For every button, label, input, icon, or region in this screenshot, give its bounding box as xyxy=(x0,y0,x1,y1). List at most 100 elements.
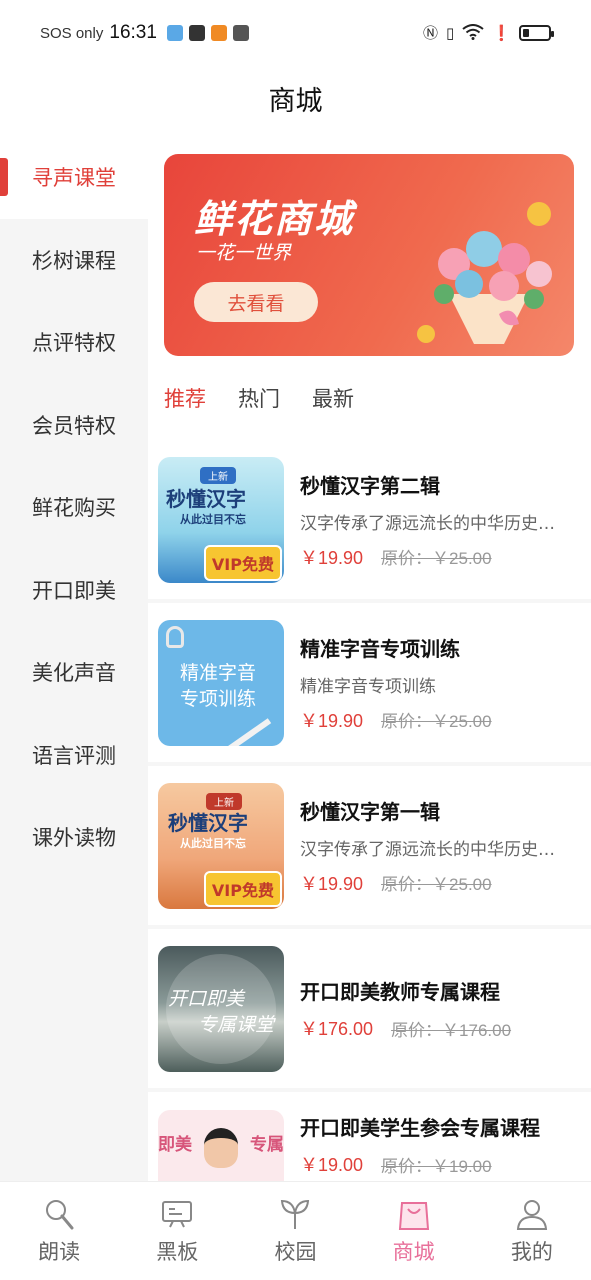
sidebar-item-member[interactable]: 会员特权 xyxy=(0,384,148,467)
product-title: 精准字音专项训练 xyxy=(300,636,460,661)
tab-recommended[interactable]: 推荐 xyxy=(164,383,206,413)
sidebar-item-label: 会员特权 xyxy=(32,413,116,438)
list-item[interactable]: 上新 秒懂汉字 从此过目不忘 VIP免费 秒懂汉字第一辑 汉字传承了源远流长的中… xyxy=(148,766,591,925)
flower-shop-banner[interactable]: 鲜花商城 一花一世界 去看看 xyxy=(164,154,574,356)
tab-hot[interactable]: 热门 xyxy=(238,383,280,413)
product-original-price: 原价：￥176.00 xyxy=(391,1020,512,1040)
sidebar-item-label: 课外读物 xyxy=(32,826,116,851)
nfc-icon: Ⓝ xyxy=(423,23,439,42)
nav-label: 黑板 xyxy=(156,1240,199,1264)
sidebar-item-shanshu[interactable]: 杉树课程 xyxy=(0,219,148,302)
product-title: 开口即美教师专属课程 xyxy=(300,980,500,1004)
app-notification-icon xyxy=(232,25,249,41)
product-original-price: 原价：￥25.00 xyxy=(381,875,492,894)
person-avatar xyxy=(204,1128,238,1168)
main-top: 鲜花商城 一花一世界 去看看 推荐 热门 最新 xyxy=(148,136,591,440)
bouquet-illustration xyxy=(417,202,552,344)
sidebar-item-label: 语言评测 xyxy=(32,743,116,768)
nav-campus[interactable]: 校园 xyxy=(245,1196,345,1266)
list-item[interactable]: 即美 专属 开口即美学生参会专属课程 ￥19.00 原价：￥19.00 xyxy=(148,1092,591,1181)
sidebar-item-voice[interactable]: 美化声音 xyxy=(0,631,148,714)
product-list: 上新 秒懂汉字 从此过目不忘 VIP免费 秒懂汉字第二辑 汉字传承了源远流长的中… xyxy=(148,440,591,1181)
product-price: ￥19.90 xyxy=(300,547,364,568)
sidebar-item-label: 杉树课程 xyxy=(32,248,116,273)
thumb-title: 秒懂汉字 xyxy=(166,486,246,511)
pencil-icon xyxy=(226,717,272,746)
tab-latest[interactable]: 最新 xyxy=(312,383,354,413)
product-description: 精准字音专项训练 xyxy=(300,676,436,697)
product-prices: ￥176.00 原价：￥176.00 xyxy=(300,1015,511,1041)
clock: 16:31 xyxy=(109,22,157,43)
product-thumbnail: 即美 专属 xyxy=(158,1110,284,1181)
sidebar-item-assessment[interactable]: 语言评测 xyxy=(0,714,148,797)
product-thumbnail: 开口即美 专属课堂 xyxy=(158,945,284,1072)
sidebar-item-dianping[interactable]: 点评特权 xyxy=(0,301,148,384)
product-description: 汉字传承了源远流长的中华历史文化 xyxy=(300,839,562,860)
product-title: 秒懂汉字第一辑 xyxy=(300,799,440,824)
vip-free-badge: VIP免费 xyxy=(203,544,282,581)
alert-icon: ❗ xyxy=(492,23,511,42)
product-price: ￥19.90 xyxy=(300,710,364,731)
product-price: ￥176.00 xyxy=(300,1019,374,1039)
nav-shop[interactable]: 商城 xyxy=(364,1196,464,1266)
shopping-bag-icon xyxy=(396,1196,432,1232)
banner-subtitle: 一花一世界 xyxy=(196,242,292,264)
banner-title: 鲜花商城 xyxy=(194,197,355,241)
sidebar-item-flowers[interactable]: 鲜花购买 xyxy=(0,466,148,549)
status-right: Ⓝ ▯ ❗ xyxy=(423,23,554,43)
main-content: 鲜花商城 一花一世界 去看看 推荐 热门 最新 上新 秒懂汉字 从此过目不忘 V… xyxy=(148,136,591,1181)
blackboard-icon xyxy=(159,1196,195,1232)
product-price: ￥19.90 xyxy=(300,873,364,894)
product-prices: ￥19.90 原价：￥25.00 xyxy=(300,870,562,896)
thumb-subtitle: 从此过目不忘 xyxy=(180,512,246,526)
nav-profile[interactable]: 我的 xyxy=(482,1196,582,1266)
banner-go-button[interactable]: 去看看 xyxy=(194,282,318,322)
thumb-subtitle: 专属 xyxy=(250,1135,284,1155)
thumb-subtitle: 从此过目不忘 xyxy=(180,836,246,850)
product-prices: ￥19.90 原价：￥25.00 xyxy=(300,544,562,570)
microphone-icon xyxy=(41,1196,77,1232)
nav-read[interactable]: 朗读 xyxy=(9,1196,109,1266)
product-thumbnail: 上新 秒懂汉字 从此过目不忘 VIP免费 xyxy=(158,782,284,909)
sidebar-item-xunsheng[interactable]: 寻声课堂 xyxy=(0,136,148,219)
product-info: 开口即美教师专属课程 ￥176.00 原价：￥176.00 xyxy=(300,946,511,1072)
vip-free-badge: VIP免费 xyxy=(203,870,282,907)
nav-label: 校园 xyxy=(274,1240,317,1264)
list-item[interactable]: 上新 秒懂汉字 从此过目不忘 VIP免费 秒懂汉字第二辑 汉字传承了源远流长的中… xyxy=(148,440,591,599)
app-header: 商城 xyxy=(0,66,591,130)
nav-label: 朗读 xyxy=(38,1240,81,1264)
product-info: 秒懂汉字第二辑 汉字传承了源远流长的中华历史文化 ￥19.90 原价：￥25.0… xyxy=(300,457,562,583)
headphones-icon xyxy=(166,625,184,648)
product-thumbnail: 精准字音 专项训练 xyxy=(158,619,284,746)
nav-label: 我的 xyxy=(510,1240,553,1264)
list-item[interactable]: 精准字音 专项训练 精准字音专项训练 精准字音专项训练 ￥19.90 原价：￥2… xyxy=(148,603,591,762)
sidebar-item-label: 寻声课堂 xyxy=(32,166,116,191)
product-price: ￥19.00 xyxy=(300,1155,364,1175)
sidebar-item-label: 点评特权 xyxy=(32,331,116,356)
thumb-title: 秒懂汉字 xyxy=(168,810,248,835)
user-icon xyxy=(514,1196,550,1232)
status-bar: SOS only 16:31 Ⓝ ▯ ❗ xyxy=(0,0,591,66)
list-item[interactable]: 开口即美 专属课堂 开口即美教师专属课程 ￥176.00 原价：￥176.00 xyxy=(148,929,591,1088)
product-info: 秒懂汉字第一辑 汉字传承了源远流长的中华历史文化 ￥19.90 原价：￥25.0… xyxy=(300,783,562,909)
sidebar-item-reading[interactable]: 课外读物 xyxy=(0,796,148,879)
thumb-title: 即美 xyxy=(158,1135,192,1155)
vibrate-icon: ▯ xyxy=(446,23,455,42)
nav-blackboard[interactable]: 黑板 xyxy=(127,1196,227,1266)
thumb-title: 开口即美 xyxy=(168,987,245,1010)
product-info: 开口即美学生参会专属课程 ￥19.00 原价：￥19.00 xyxy=(300,1110,540,1177)
sidebar-item-label: 美化声音 xyxy=(32,661,116,686)
bottom-navigation: 朗读 黑板 校园 商城 我的 xyxy=(0,1181,591,1280)
page-title: 商城 xyxy=(268,85,323,117)
battery-icon xyxy=(519,25,554,41)
thumb-subtitle: 专属课堂 xyxy=(198,1013,275,1036)
sidebar-item-kaikou[interactable]: 开口即美 xyxy=(0,549,148,632)
product-prices: ￥19.90 原价：￥25.00 xyxy=(300,707,562,733)
thumb-title: 精准字音 xyxy=(180,661,257,684)
carrier-text: SOS only xyxy=(40,24,104,42)
product-info: 精准字音专项训练 精准字音专项训练 ￥19.90 原价：￥25.00 xyxy=(300,620,562,746)
product-title: 开口即美学生参会专属课程 xyxy=(300,1116,540,1140)
app-notification-icon xyxy=(210,25,227,41)
sidebar-item-label: 鲜花购买 xyxy=(32,496,116,521)
product-title: 秒懂汉字第二辑 xyxy=(300,473,440,498)
